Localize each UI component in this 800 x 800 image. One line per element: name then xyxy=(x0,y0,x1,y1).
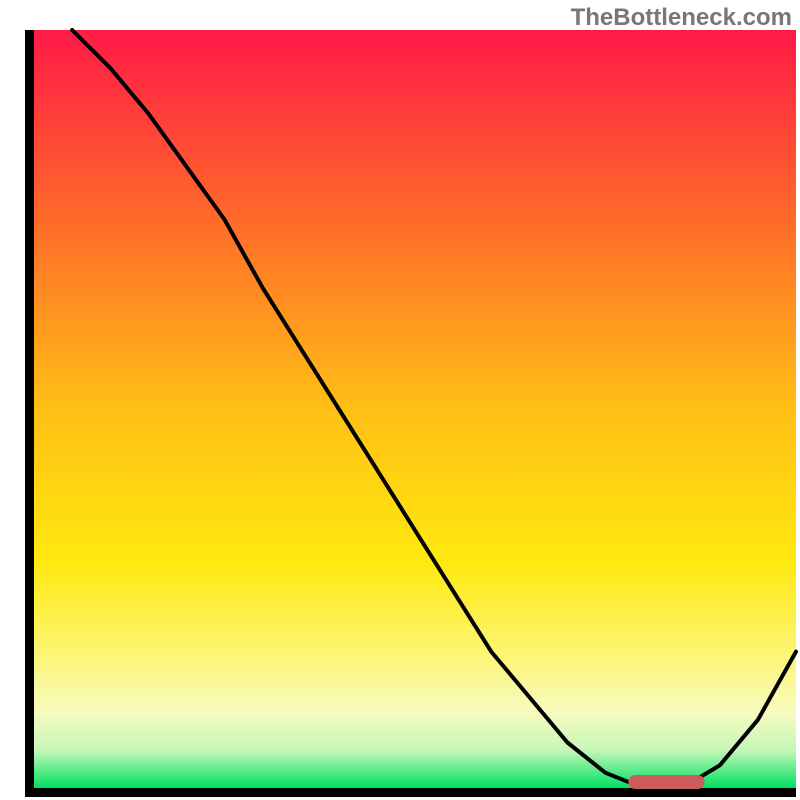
chart-svg xyxy=(0,0,800,800)
sweet-spot-marker xyxy=(628,775,704,789)
plot-background xyxy=(34,30,796,788)
bottleneck-chart xyxy=(0,0,800,800)
y-axis xyxy=(25,30,34,797)
watermark-text: TheBottleneck.com xyxy=(571,4,792,32)
